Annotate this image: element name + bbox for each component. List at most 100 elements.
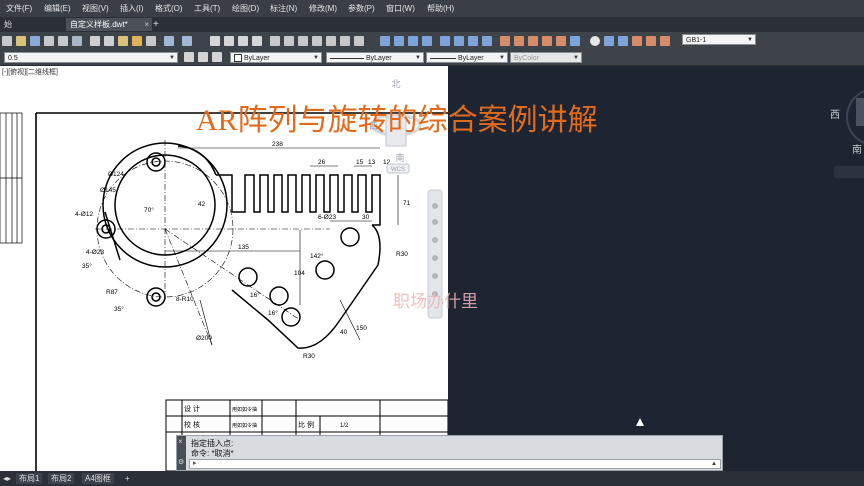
preview-icon[interactable] xyxy=(58,36,68,46)
plotstyle-select: ByColor ▼ xyxy=(510,52,582,63)
menu-format[interactable]: 格式(O) xyxy=(155,3,183,14)
dim-ordinate-icon[interactable] xyxy=(422,36,432,46)
layer-properties-icon[interactable] xyxy=(184,52,194,62)
menu-view[interactable]: 视图(V) xyxy=(82,3,109,14)
command-input[interactable]: ▸ ▲ xyxy=(189,459,721,469)
open-icon[interactable] xyxy=(16,36,26,46)
dim-break-icon[interactable] xyxy=(556,36,566,46)
tab-active-document[interactable]: 自定义样板.dwt* × xyxy=(66,18,152,31)
titleblock-name2: 用如如令抽 xyxy=(232,422,257,429)
add-layout-button[interactable]: + xyxy=(122,473,133,484)
dim-150: 150 xyxy=(356,325,367,332)
quick-dim-icon[interactable] xyxy=(500,36,510,46)
sheet-set-icon[interactable] xyxy=(312,36,322,46)
right-wcs-menu[interactable] xyxy=(834,166,864,178)
chevron-up-icon[interactable]: ▲ xyxy=(711,460,717,468)
tab-start[interactable]: 始 xyxy=(0,18,16,31)
dim-diameter-icon[interactable] xyxy=(468,36,478,46)
dim-4-d12: 4-Ø12 xyxy=(75,211,93,218)
tolerance-icon[interactable] xyxy=(570,36,580,46)
command-window[interactable]: × ⚙ 指定插入点: 命令: *取消* ▸ ▲ xyxy=(176,435,723,471)
layout-tab-bar: ◂▸ 布局1 布局2 A4图框 + xyxy=(0,471,864,486)
menu-window[interactable]: 窗口(W) xyxy=(386,3,415,14)
tab-layout-1[interactable]: 布局1 xyxy=(16,473,43,484)
linetype-sample xyxy=(330,57,364,59)
markup-icon[interactable] xyxy=(326,36,336,46)
titleblock-scale-value: 1/2 xyxy=(340,423,349,429)
make-current-icon[interactable] xyxy=(198,52,208,62)
layout-nav-arrows[interactable]: ◂▸ xyxy=(0,473,15,484)
jogged-linear-icon[interactable] xyxy=(618,36,628,46)
dim-6-023: 6-Ø23 xyxy=(318,214,336,221)
match-properties-icon[interactable] xyxy=(132,36,142,46)
layer-select[interactable]: 0.5 ▼ xyxy=(4,52,178,63)
viewport-controls-label[interactable]: [-][俯视][二维线框] xyxy=(2,67,58,77)
dim-continue-icon[interactable] xyxy=(528,36,538,46)
dim-edit-icon[interactable] xyxy=(632,36,642,46)
command-window-grip[interactable]: × ⚙ xyxy=(177,436,186,470)
menu-params[interactable]: 参数(P) xyxy=(348,3,375,14)
menu-modify[interactable]: 修改(M) xyxy=(309,3,337,14)
chevron-down-icon: ▼ xyxy=(573,55,579,61)
mouse-cursor-icon xyxy=(636,418,644,426)
dim-linear-icon[interactable] xyxy=(380,36,390,46)
dim-radius-icon[interactable] xyxy=(440,36,450,46)
dim-angular-icon[interactable] xyxy=(482,36,492,46)
design-center-icon[interactable] xyxy=(284,36,294,46)
center-mark-icon[interactable] xyxy=(590,36,600,46)
menu-draw[interactable]: 绘图(D) xyxy=(232,3,259,14)
cut-icon[interactable] xyxy=(90,36,100,46)
dim-104: 104 xyxy=(294,270,305,277)
color-select[interactable]: ByLayer ▼ xyxy=(230,52,322,63)
help-icon[interactable] xyxy=(354,36,364,46)
properties-icon[interactable] xyxy=(270,36,280,46)
close-icon[interactable]: × xyxy=(178,437,183,446)
save-icon[interactable] xyxy=(30,36,40,46)
wcs-menu[interactable]: WCS xyxy=(391,167,405,173)
wrench-icon[interactable]: ⚙ xyxy=(178,458,184,466)
menu-edit[interactable]: 编辑(E) xyxy=(44,3,71,14)
dim-142-deg: 142° xyxy=(310,252,324,260)
viewcube-face[interactable] xyxy=(856,98,864,126)
paste-icon[interactable] xyxy=(118,36,128,46)
inspect-icon[interactable] xyxy=(604,36,614,46)
zoom-window-icon[interactable] xyxy=(238,36,248,46)
block-editor-icon[interactable] xyxy=(146,36,156,46)
dim-jogged-icon[interactable] xyxy=(454,36,464,46)
centerlines xyxy=(95,140,330,346)
dim-update-icon[interactable] xyxy=(660,36,670,46)
dim-aligned-icon[interactable] xyxy=(394,36,404,46)
calculator-icon[interactable] xyxy=(340,36,350,46)
dim-baseline-icon[interactable] xyxy=(514,36,524,46)
new-icon[interactable] xyxy=(2,36,12,46)
zoom-realtime-icon[interactable] xyxy=(224,36,234,46)
undo-icon[interactable] xyxy=(164,36,174,46)
chevron-down-icon: ▼ xyxy=(747,37,753,43)
menu-help[interactable]: 帮助(H) xyxy=(427,3,454,14)
layer-value: 0.5 xyxy=(8,55,18,62)
pan-icon[interactable] xyxy=(210,36,220,46)
menu-tools[interactable]: 工具(T) xyxy=(194,3,220,14)
dimstyle-select[interactable]: GB1-1 ▼ xyxy=(682,34,756,45)
dim-35-deg-a: 35° xyxy=(82,262,92,270)
menu-insert[interactable]: 插入(I) xyxy=(120,3,144,14)
linetype-select[interactable]: ByLayer ▼ xyxy=(326,52,424,63)
lineweight-select[interactable]: ByLayer ▼ xyxy=(426,52,508,63)
copy-icon[interactable] xyxy=(104,36,114,46)
menu-dimension[interactable]: 标注(N) xyxy=(270,3,297,14)
menu-file[interactable]: 文件(F) xyxy=(6,3,32,14)
redo-icon[interactable] xyxy=(182,36,192,46)
zoom-previous-icon[interactable] xyxy=(252,36,262,46)
dim-26: 26 xyxy=(318,159,326,166)
publish-icon[interactable] xyxy=(72,36,82,46)
dim-8-r10: 8-R10 xyxy=(176,296,194,303)
layer-previous-icon[interactable] xyxy=(212,52,222,62)
new-tab-button[interactable]: + xyxy=(149,18,163,31)
dim-arc-icon[interactable] xyxy=(408,36,418,46)
print-icon[interactable] xyxy=(44,36,54,46)
dim-space-icon[interactable] xyxy=(542,36,552,46)
tool-palettes-icon[interactable] xyxy=(298,36,308,46)
dim-text-edit-icon[interactable] xyxy=(646,36,656,46)
tab-a4-frame[interactable]: A4图框 xyxy=(82,473,114,484)
tab-layout-2[interactable]: 布局2 xyxy=(48,473,75,484)
